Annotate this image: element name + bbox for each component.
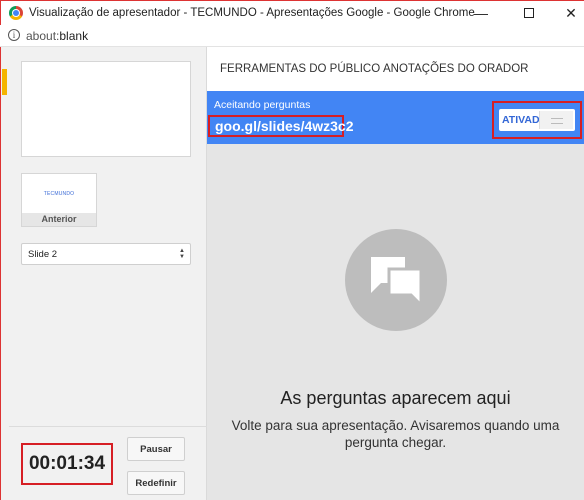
current-slide-preview bbox=[21, 61, 191, 157]
audience-tools-panel: FERRAMENTAS DO PÚBLICO ANOTAÇÕES DO ORAD… bbox=[207, 47, 584, 500]
window-titlebar: Visualização de apresentador - TECMUNDO … bbox=[0, 0, 584, 25]
empty-state-title: As perguntas aparecem aqui bbox=[280, 388, 511, 408]
address-text[interactable]: about:blank bbox=[26, 29, 88, 43]
thumbnail-image: TECMUNDO bbox=[22, 174, 96, 213]
toggle-knob[interactable] bbox=[539, 111, 573, 129]
elapsed-timer: 00:01:34 bbox=[21, 443, 113, 485]
previous-slide-thumbnail[interactable]: TECMUNDO Anterior bbox=[21, 173, 97, 227]
close-button[interactable]: ✕ bbox=[553, 3, 584, 23]
select-arrows-icon: ▲ ▼ bbox=[179, 248, 185, 260]
questions-placeholder-icon bbox=[345, 229, 447, 331]
window-title: Visualização de apresentador - TECMUNDO … bbox=[29, 7, 475, 19]
thumbnail-logo: TECMUNDO bbox=[43, 190, 75, 197]
chat-bubbles-icon bbox=[371, 257, 423, 309]
qa-toggle[interactable]: ATIVADO bbox=[499, 109, 575, 131]
slide-select-value: Slide 2 bbox=[28, 249, 58, 260]
tab-speaker-notes[interactable]: ANOTAÇÕES DO ORADOR bbox=[383, 63, 528, 75]
qa-toggle-highlight: ATIVADO bbox=[492, 101, 582, 139]
qa-banner: Aceitando perguntas goo.gl/slides/4wz3c2… bbox=[207, 91, 584, 144]
tab-audience-tools[interactable]: FERRAMENTAS DO PÚBLICO bbox=[220, 63, 380, 75]
chrome-icon bbox=[9, 6, 23, 20]
slide-select[interactable]: Slide 2 ▲ ▼ bbox=[21, 243, 191, 265]
tab-bar: FERRAMENTAS DO PÚBLICO ANOTAÇÕES DO ORAD… bbox=[207, 47, 584, 91]
minimize-button[interactable]: — bbox=[463, 3, 499, 23]
address-prefix: about: bbox=[26, 29, 60, 43]
pause-button[interactable]: Pausar bbox=[127, 437, 185, 461]
info-icon[interactable]: i bbox=[8, 29, 20, 41]
maximize-button[interactable] bbox=[511, 3, 547, 23]
maximize-icon bbox=[524, 8, 534, 18]
empty-state-text: Volte para sua apresentação. Avisaremos … bbox=[231, 418, 560, 450]
qa-link[interactable]: goo.gl/slides/4wz3c2 bbox=[208, 115, 354, 137]
side-tab-marker bbox=[2, 69, 7, 95]
previous-slide-label: Anterior bbox=[22, 213, 96, 226]
presenter-left-panel: TECMUNDO Anterior Slide 2 ▲ ▼ 00:01:34 Pa… bbox=[0, 47, 207, 500]
address-bar[interactable]: i about:blank bbox=[0, 25, 584, 47]
address-value: blank bbox=[59, 29, 89, 43]
reset-button[interactable]: Redefinir bbox=[127, 471, 185, 495]
qa-status-label: Aceitando perguntas bbox=[214, 99, 311, 111]
timer-divider bbox=[9, 426, 207, 427]
